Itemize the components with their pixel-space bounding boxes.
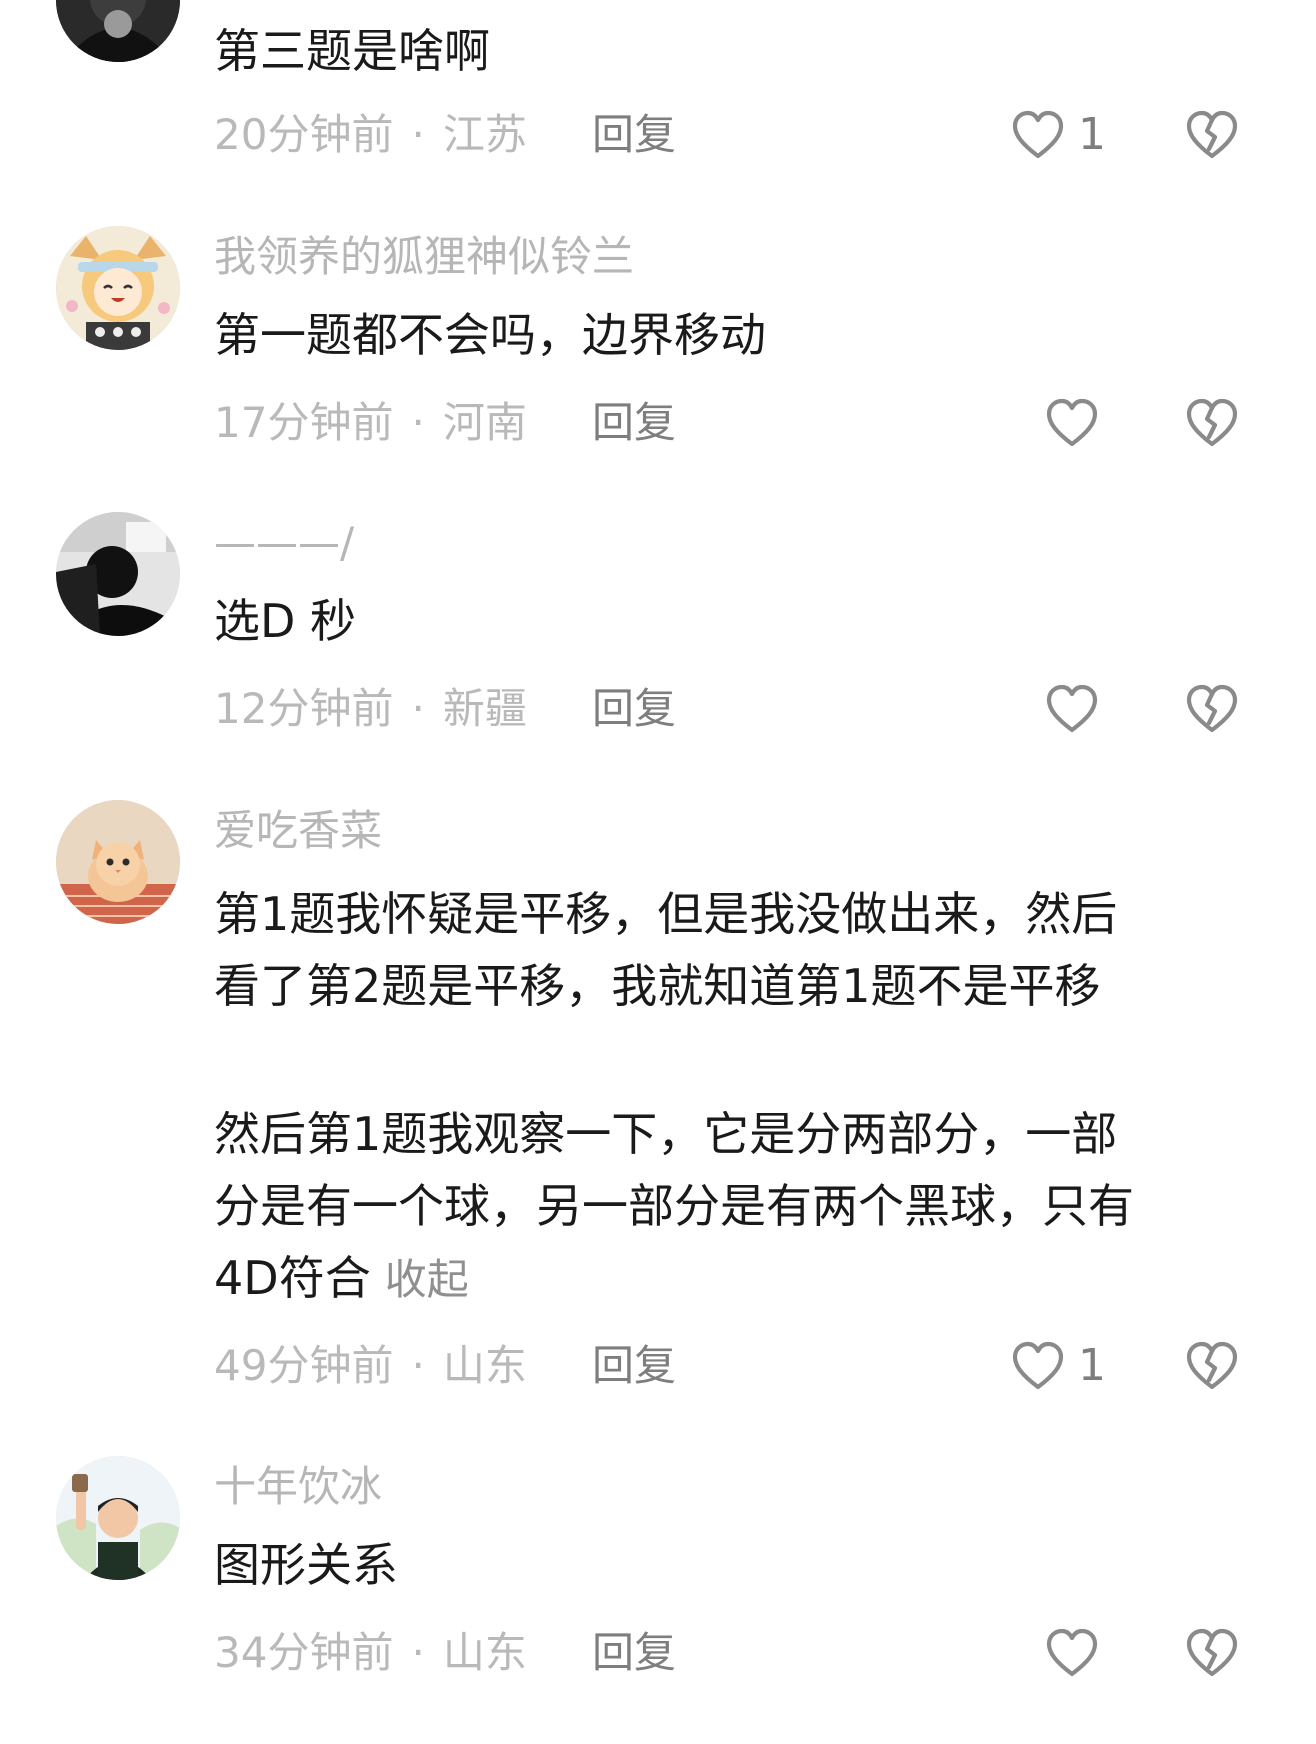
meta-separator: · bbox=[411, 684, 425, 733]
comment-time: 34分钟前 bbox=[214, 1628, 394, 1677]
comment-text-line: 4D符合 bbox=[214, 1251, 371, 1305]
reply-button[interactable]: 回复 bbox=[592, 688, 676, 730]
meta-separator: · bbox=[411, 110, 425, 159]
username[interactable]: ———/ bbox=[214, 522, 354, 564]
comment-text: 第一题都不会吗，边界移动 bbox=[214, 308, 766, 362]
broken-heart-icon[interactable] bbox=[1184, 1340, 1240, 1392]
reply-button[interactable]: 回复 bbox=[592, 114, 676, 156]
heart-outline-icon[interactable] bbox=[1044, 683, 1100, 735]
heart-outline-icon[interactable] bbox=[1044, 397, 1100, 449]
like-count: 1 bbox=[1078, 109, 1106, 160]
comment-location: 山东 bbox=[442, 1341, 527, 1390]
heart-outline-icon[interactable] bbox=[1010, 109, 1066, 161]
broken-heart-icon[interactable] bbox=[1184, 109, 1240, 161]
comment-text: 第1题我怀疑是平移，但是我没做出来，然后 看了第2题是平移，我就知道第1题不是平… bbox=[214, 878, 1134, 1314]
meta-separator: · bbox=[411, 398, 425, 447]
comment-time: 12分钟前 bbox=[214, 684, 394, 733]
broken-heart-icon[interactable] bbox=[1184, 397, 1240, 449]
avatar[interactable] bbox=[56, 1456, 180, 1580]
comment-meta: 12分钟前 · 新疆 bbox=[214, 688, 527, 730]
comment-location: 山东 bbox=[442, 1628, 527, 1677]
comment-meta: 20分钟前 · 江苏 bbox=[214, 114, 527, 156]
username[interactable]: 我领养的狐狸神似铃兰 bbox=[214, 236, 634, 278]
comment-meta: 49分钟前 · 山东 bbox=[214, 1345, 527, 1387]
username[interactable]: 爱吃香菜 bbox=[214, 810, 382, 852]
comment-time: 49分钟前 bbox=[214, 1341, 394, 1390]
avatar[interactable] bbox=[56, 800, 180, 924]
comment-time: 20分钟前 bbox=[214, 110, 394, 159]
comment-text-last-line: 4D符合 收起 bbox=[214, 1242, 1134, 1314]
reply-button[interactable]: 回复 bbox=[592, 402, 676, 444]
comment-text-line: 然后第1题我观察一下，它是分两部分，一部 bbox=[214, 1107, 1118, 1161]
comment-text-line: 看了第2题是平移，我就知道第1题不是平移 bbox=[214, 959, 1101, 1013]
comment-text-line: 第1题我怀疑是平移，但是我没做出来，然后 bbox=[214, 887, 1118, 941]
avatar[interactable] bbox=[56, 0, 180, 62]
comment-text: 第三题是啥啊 bbox=[214, 24, 490, 78]
like-count: 1 bbox=[1078, 1340, 1106, 1391]
comment-location: 新疆 bbox=[442, 684, 527, 733]
comment-time: 17分钟前 bbox=[214, 398, 394, 447]
reply-button[interactable]: 回复 bbox=[592, 1632, 676, 1674]
meta-separator: · bbox=[411, 1628, 425, 1677]
heart-outline-icon[interactable] bbox=[1044, 1627, 1100, 1679]
broken-heart-icon[interactable] bbox=[1184, 683, 1240, 735]
comment-meta: 17分钟前 · 河南 bbox=[214, 402, 527, 444]
broken-heart-icon[interactable] bbox=[1184, 1627, 1240, 1679]
meta-separator: · bbox=[411, 1341, 425, 1390]
reply-button[interactable]: 回复 bbox=[592, 1345, 676, 1387]
comment-location: 江苏 bbox=[442, 110, 527, 159]
username[interactable]: 十年饮冰 bbox=[214, 1466, 382, 1508]
avatar[interactable] bbox=[56, 226, 180, 350]
comment-text-line: 分是有一个球，另一部分是有两个黑球，只有 bbox=[214, 1179, 1134, 1233]
comment-location: 河南 bbox=[442, 398, 527, 447]
avatar[interactable] bbox=[56, 512, 180, 636]
heart-outline-icon[interactable] bbox=[1010, 1340, 1066, 1392]
comment-meta: 34分钟前 · 山东 bbox=[214, 1632, 527, 1674]
comment-text: 图形关系 bbox=[214, 1538, 398, 1592]
collapse-button[interactable]: 收起 bbox=[385, 1255, 469, 1304]
comment-text: 选D 秒 bbox=[214, 594, 357, 648]
